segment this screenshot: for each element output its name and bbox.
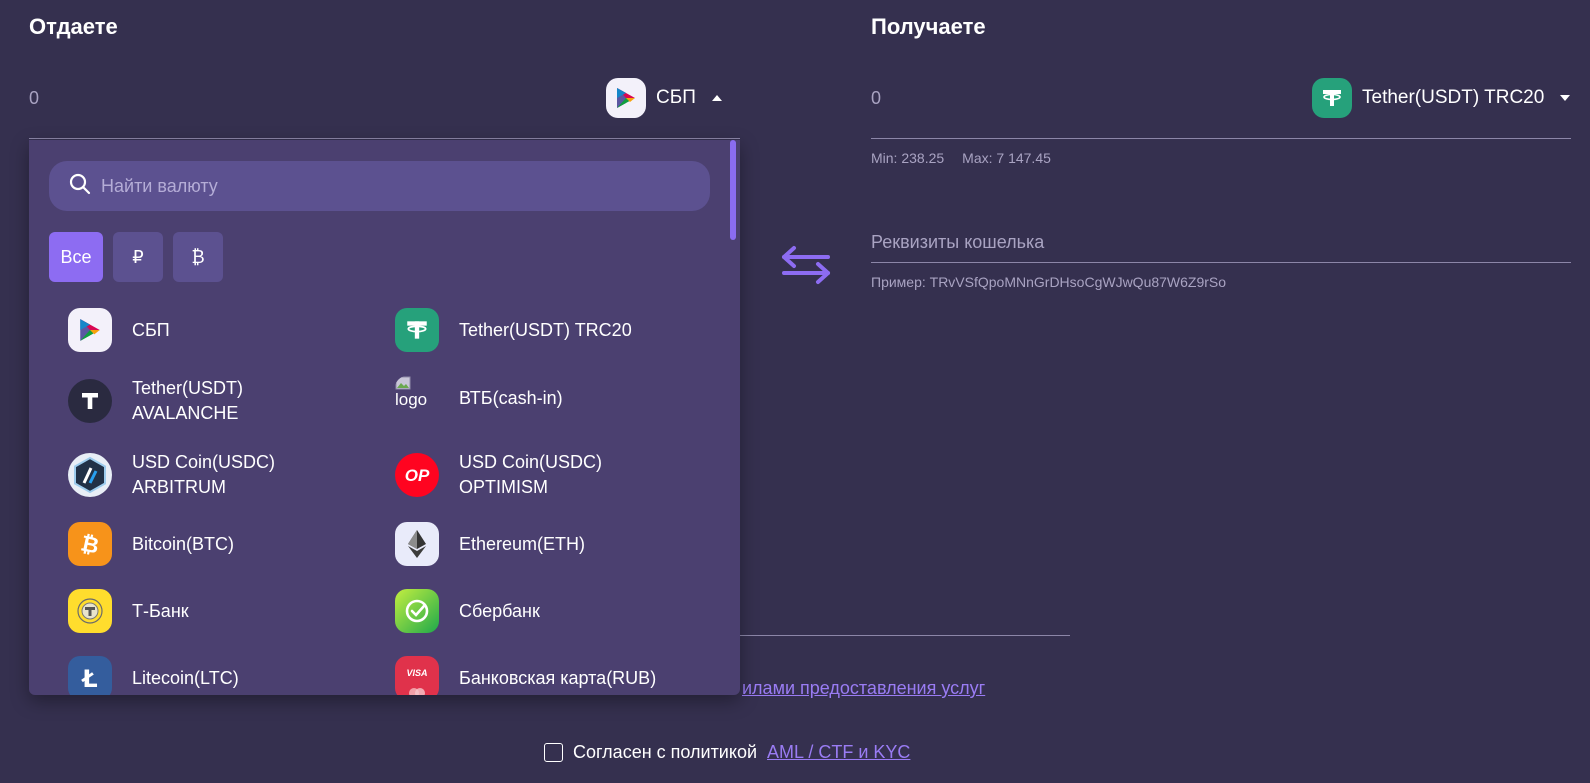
item-label-line1: USD Coin(USDC) — [132, 452, 276, 472]
tether-icon — [395, 308, 439, 352]
receive-underline — [871, 138, 1571, 139]
litecoin-icon: Ł — [68, 656, 112, 695]
wallet-input[interactable]: Реквизиты кошелька — [871, 232, 1044, 253]
logo-alt-text: logo — [395, 390, 428, 409]
divider — [740, 635, 1070, 636]
item-label: Tether(USDT) TRC20 — [459, 319, 632, 340]
item-label: СБП — [132, 319, 170, 340]
receive-amount-input[interactable]: 0 — [871, 88, 881, 109]
search-icon — [69, 173, 91, 200]
search-box[interactable] — [49, 161, 710, 211]
give-currency-select[interactable]: СБП — [606, 78, 722, 118]
receive-currency-select[interactable]: Tether(USDT) TRC20 — [1312, 78, 1571, 118]
give-underline — [29, 138, 740, 139]
filter-all[interactable]: Все — [49, 232, 103, 282]
broken-logo-image: logo — [395, 376, 439, 420]
caret-down-icon — [1560, 95, 1571, 101]
item-label-line1: USD Coin(USDC) — [459, 452, 603, 472]
give-title: Отдаете — [29, 14, 118, 39]
receive-limits: Min: 238.25 Max: 7 147.45 — [871, 150, 1051, 166]
currency-item-usdc-arbitrum[interactable]: USD Coin(USDC) ARBITRUM — [68, 450, 275, 500]
filter-crypto[interactable]: ₿ — [173, 232, 223, 282]
currency-item-usdt-trc20[interactable]: Tether(USDT) TRC20 — [395, 308, 632, 352]
caret-up-icon — [711, 95, 722, 101]
currency-item-usdc-optimism[interactable]: OP USD Coin(USDC) OPTIMISM — [395, 450, 602, 500]
currency-item-ltc[interactable]: Ł Litecoin(LTC) — [68, 656, 239, 695]
arbitrum-icon — [68, 453, 112, 497]
search-input[interactable] — [101, 175, 661, 197]
currency-item-eth[interactable]: Ethereum(ETH) — [395, 522, 585, 566]
scrollbar[interactable] — [730, 140, 736, 240]
currency-item-vtb[interactable]: logo ВТБ(cash-in) — [395, 376, 563, 420]
item-label: Tether(USDT) AVALANCHE — [132, 376, 243, 426]
sbp-icon — [606, 78, 646, 118]
currency-item-btc[interactable]: ₿ Bitcoin(BTC) — [68, 522, 234, 566]
max-label: Max: 7 147.45 — [962, 150, 1051, 166]
visa-text: VISA — [406, 667, 428, 678]
tether-icon — [1312, 78, 1352, 118]
agree-checkbox[interactable] — [544, 743, 563, 762]
swap-icon[interactable] — [780, 242, 832, 288]
filter-rub[interactable]: ₽ — [113, 232, 163, 282]
item-label: USD Coin(USDC) ARBITRUM — [132, 450, 275, 500]
item-label: Bitcoin(BTC) — [132, 533, 235, 554]
item-label: ВТБ(cash-in) — [459, 387, 563, 408]
wallet-hint: Пример: TRvVSfQpoMNnGrDHsoCgWJwQu87W6Z9r… — [871, 274, 1227, 290]
item-label-line2: AVALANCHE — [132, 403, 239, 423]
receive-title: Получаете — [871, 14, 986, 39]
wallet-underline — [871, 262, 1571, 263]
item-label: Litecoin(LTC) — [132, 667, 239, 688]
currency-item-bank-card[interactable]: VISA Банковская карта(RUB) — [395, 656, 656, 695]
svg-text:Ł: Ł — [80, 665, 97, 692]
give-amount-input[interactable]: 0 — [29, 88, 39, 109]
receive-currency-label: Tether(USDT) TRC20 — [1362, 87, 1545, 108]
agree-text: Согласен с политикой — [573, 742, 758, 762]
currency-item-tbank[interactable]: Т-Банк — [68, 589, 189, 633]
item-label-line2: OPTIMISM — [459, 477, 548, 497]
currency-item-sbp[interactable]: СБП — [68, 308, 170, 352]
item-label: Банковская карта(RUB) — [459, 667, 657, 688]
item-label-line1: Tether(USDT) — [132, 378, 244, 398]
item-label: Сбербанк — [459, 600, 540, 621]
ethereum-icon — [395, 522, 439, 566]
item-label-line2: ARBITRUM — [132, 477, 226, 497]
currency-item-usdt-avalanche[interactable]: Tether(USDT) AVALANCHE — [68, 376, 243, 426]
item-label: USD Coin(USDC) OPTIMISM — [459, 450, 602, 500]
item-label: Ethereum(ETH) — [459, 533, 586, 554]
min-label: Min: 238.25 — [871, 150, 945, 166]
visa-card-icon: VISA — [395, 656, 439, 695]
tether-dark-icon — [68, 379, 112, 423]
svg-text:₿: ₿ — [78, 531, 101, 558]
item-label: Т-Банк — [132, 600, 189, 621]
give-currency-label: СБП — [656, 87, 696, 108]
rules-link[interactable]: илами предоставления услуг — [742, 678, 985, 699]
sbp-icon — [68, 308, 112, 352]
currency-dropdown: Все ₽ ₿ СБП Tether(USDT) TRC20 Tether(US… — [29, 140, 740, 695]
agree-row: Согласен с политикой AML / CTF и KYC — [544, 742, 910, 763]
bitcoin-icon: ₿ — [68, 522, 112, 566]
sberbank-icon — [395, 589, 439, 633]
currency-item-sberbank[interactable]: Сбербанк — [395, 589, 540, 633]
aml-link[interactable]: AML / CTF и KYC — [767, 742, 910, 763]
tbank-icon — [68, 589, 112, 633]
filter-tabs: Все ₽ ₿ — [49, 232, 223, 282]
optimism-icon: OP — [395, 453, 439, 497]
